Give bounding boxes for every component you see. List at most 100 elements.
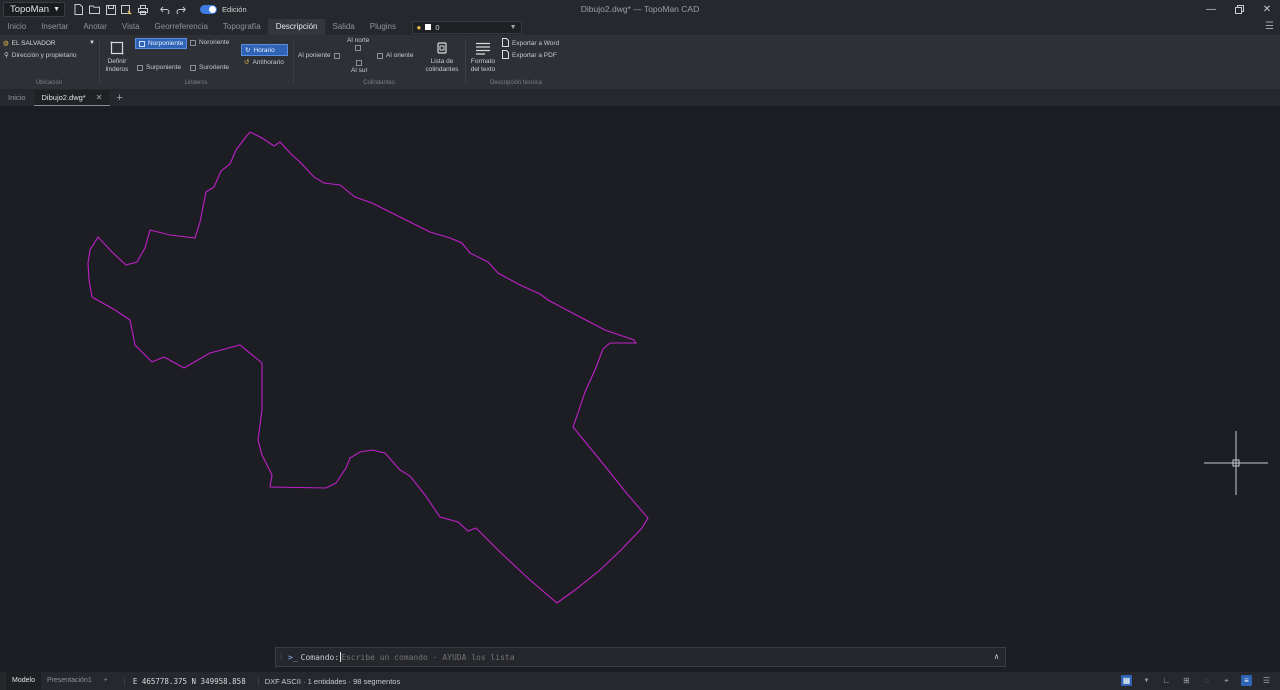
new-tab-icon[interactable]: +: [110, 92, 128, 104]
tab-plugins[interactable]: Plugins: [362, 19, 403, 35]
address-owner-button[interactable]: ⚲ Dirección y propietario: [4, 51, 76, 60]
doc-tab-current[interactable]: Dibujo2.dwg* ✕: [33, 90, 111, 106]
close-tab-icon[interactable]: ✕: [96, 90, 103, 106]
menu-icon[interactable]: ☰: [1261, 675, 1272, 686]
define-label-2: linderos: [105, 66, 129, 73]
group-label: Linderos: [184, 80, 208, 86]
toggle-track: [200, 5, 218, 14]
app-menu-label: TopoMan: [10, 4, 50, 15]
doc-tab-home[interactable]: Inicio: [0, 90, 34, 106]
east-label: Al oriente: [386, 52, 414, 59]
export-pdf-label: Exportar a PDF: [512, 52, 557, 59]
ribbon-options-icon[interactable]: ☰: [1265, 21, 1274, 32]
drawing-info: DXF ASCII · 1 entidades · 98 segmentos: [257, 676, 400, 686]
country-select[interactable]: ◍ EL SALVADOR ▼: [3, 38, 95, 48]
app-menu-button[interactable]: TopoMan ▼: [3, 2, 66, 17]
nororiente-button[interactable]: Nororiente: [190, 39, 229, 46]
suroriente-button[interactable]: Suroriente: [190, 64, 229, 71]
title-bar: TopoMan ▼ Edición Dibujo2.dwg* — TopoMan…: [0, 0, 1280, 19]
drawing-canvas[interactable]: [0, 106, 1280, 671]
minimize-icon[interactable]: —: [1204, 2, 1218, 16]
boundary-frame-icon: [109, 40, 125, 56]
counterclockwise-label: Antihorario: [252, 58, 284, 66]
print-icon[interactable]: [137, 4, 148, 15]
group-label: Descripción técnica: [489, 80, 543, 86]
clockwise-label: Horario: [253, 46, 275, 54]
drag-handle-icon[interactable]: ⋮: [276, 653, 286, 661]
chevron-up-icon[interactable]: ∧: [994, 652, 999, 661]
group-descripcion-tecnica: Formato del texto Exportar a Word Export…: [466, 35, 566, 90]
polar-icon[interactable]: ◌: [1201, 675, 1212, 686]
osnap-icon[interactable]: ⌖: [1221, 675, 1232, 686]
text-format-button[interactable]: Formato del texto: [468, 40, 498, 74]
norponiente-button[interactable]: Norponiente: [135, 38, 188, 49]
grid-snap-icon[interactable]: ▦: [1121, 675, 1132, 686]
status-toggles: ▦ ▼ ∟ ⊞ ◌ ⌖ ≡ ☰: [1121, 675, 1272, 686]
tab-vista[interactable]: Vista: [114, 19, 147, 35]
chevron-down-icon: ▼: [53, 6, 61, 13]
group-label: Colindantes: [363, 80, 395, 86]
word-document-icon: [502, 38, 509, 49]
define-boundaries-button[interactable]: Definir linderos: [104, 40, 130, 74]
tab-anotar[interactable]: Anotar: [76, 19, 115, 35]
command-line: ⋮ >_ Comando: ∧: [275, 647, 1006, 667]
command-label: Comando:: [300, 652, 340, 662]
tab-insertar[interactable]: Insertar: [34, 19, 76, 35]
ortho-icon[interactable]: ∟: [1161, 675, 1172, 686]
layout-tab[interactable]: Presentación1: [41, 672, 98, 690]
export-pdf-button[interactable]: Exportar a PDF: [502, 50, 557, 61]
list-label-1: Lista de: [430, 58, 454, 65]
undo-icon[interactable]: [159, 4, 170, 15]
neighbor-list-button[interactable]: Lista de colindantes: [422, 40, 462, 74]
south-neighbor-button[interactable]: Al sur: [351, 60, 368, 74]
checkbox-icon: [190, 39, 196, 46]
lineweight-icon[interactable]: ≡: [1241, 675, 1252, 686]
window-controls: — ✕: [1204, 2, 1274, 16]
counterclockwise-button[interactable]: ↺ Antihorario: [244, 58, 284, 67]
tab-salida[interactable]: Salida: [325, 19, 362, 35]
checkbox-icon: [333, 52, 340, 59]
grid-icon[interactable]: ⊞: [1181, 675, 1192, 686]
chevron-down-icon: ▼: [89, 40, 95, 46]
define-label-1: Definir: [107, 58, 127, 65]
map-pin-icon: ⚲: [4, 52, 9, 59]
layer-color-swatch: [425, 24, 432, 30]
restore-icon[interactable]: [1232, 2, 1246, 16]
layer-selector[interactable]: ● 0 ▼: [411, 20, 522, 34]
group-label: Ubicación: [35, 80, 63, 86]
checkbox-icon: [190, 64, 196, 71]
north-neighbor-button[interactable]: Al norte: [347, 37, 369, 51]
east-neighbor-button[interactable]: Al oriente: [377, 52, 413, 59]
lightbulb-icon: ●: [416, 22, 422, 32]
tab-georreferencia[interactable]: Georreferencia: [147, 19, 215, 35]
tab-inicio[interactable]: Inicio: [0, 19, 34, 35]
boundary-polyline[interactable]: [87, 131, 649, 604]
edit-mode-toggle[interactable]: Edición: [200, 5, 247, 14]
quick-access-toolbar: [73, 4, 186, 15]
new-file-icon[interactable]: [73, 4, 84, 15]
checkbox-icon: [355, 45, 362, 51]
ribbon-tab-bar: Inicio Insertar Anotar Vista Georreferen…: [0, 19, 1280, 35]
export-word-button[interactable]: Exportar a Word: [502, 38, 559, 49]
close-icon[interactable]: ✕: [1260, 2, 1274, 16]
export-word-label: Exportar a Word: [512, 40, 560, 47]
surponiente-button[interactable]: Surponiente: [137, 64, 181, 71]
command-input[interactable]: [341, 652, 942, 662]
save-icon[interactable]: [105, 4, 116, 15]
clockwise-button[interactable]: ↻ Horario: [241, 44, 288, 56]
south-label: Al sur: [351, 67, 368, 74]
checkbox-icon: [139, 40, 145, 47]
norponiente-label: Norponiente: [148, 40, 184, 47]
open-folder-icon[interactable]: [89, 4, 101, 15]
model-tab[interactable]: Modelo: [6, 672, 41, 690]
text-lines-icon: [475, 40, 491, 56]
save-as-icon[interactable]: [121, 4, 132, 15]
surponiente-label: Surponiente: [146, 64, 182, 71]
tab-topografia[interactable]: Topografía: [215, 19, 268, 35]
add-layout-button[interactable]: +: [98, 672, 114, 690]
tab-descripcion[interactable]: Descripción: [268, 19, 325, 35]
redo-icon[interactable]: [175, 4, 186, 15]
chevron-down-icon[interactable]: ▼: [1141, 675, 1152, 686]
west-neighbor-button[interactable]: Al poniente: [298, 52, 340, 59]
prompt-icon: >_: [288, 652, 298, 662]
